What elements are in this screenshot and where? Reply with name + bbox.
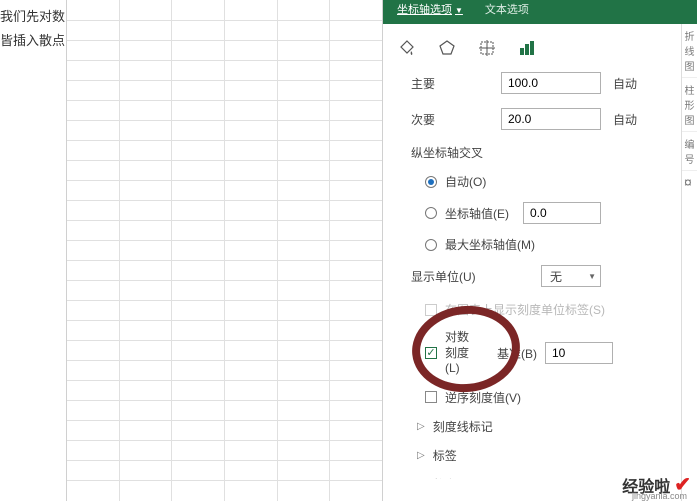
- radio-max-axis[interactable]: 最大坐标轴值(M): [411, 236, 683, 253]
- chevron-right-icon: ▷: [417, 421, 425, 432]
- radio-max-axis-label: 最大坐标轴值(M): [445, 236, 535, 253]
- format-axis-panel: 坐标轴选项▼ 文本选项 主要 自动 次要 自动 纵坐标轴交叉: [382, 0, 697, 501]
- radio-icon: [425, 176, 437, 188]
- tree-labels-label: 标签: [433, 447, 457, 464]
- axis-value-input[interactable]: [523, 202, 601, 224]
- size-icon[interactable]: [477, 38, 497, 58]
- effects-icon[interactable]: [437, 38, 457, 58]
- log-base-input[interactable]: [545, 342, 613, 364]
- display-units-value: 无: [550, 268, 562, 285]
- checkbox-icon: ✓: [425, 347, 437, 359]
- tree-numbers-label: 数字: [433, 476, 457, 479]
- tab-text-options[interactable]: 文本选项: [485, 1, 529, 17]
- stripe-item[interactable]: 编号: [682, 132, 697, 171]
- tree-labels[interactable]: ▷ 标签: [411, 447, 683, 464]
- log-scale-label: 对数刻度(L): [445, 330, 479, 377]
- log-scale-check[interactable]: ✓ 对数刻度(L) 基准(B): [411, 330, 683, 377]
- major-label: 主要: [411, 75, 501, 92]
- chevron-right-icon: ▷: [417, 450, 425, 461]
- minor-label: 次要: [411, 111, 501, 128]
- chevron-down-icon: ▼: [455, 6, 463, 15]
- log-base-label: 基准(B): [497, 345, 537, 362]
- minor-input[interactable]: [501, 108, 601, 130]
- radio-auto-label: 自动(O): [445, 173, 486, 190]
- radio-auto[interactable]: 自动(O): [411, 173, 683, 190]
- chevron-down-icon: ▼: [588, 272, 596, 281]
- page-text-1: 我们先对数: [0, 6, 65, 25]
- page-text-2: 皆插入散点: [0, 30, 65, 49]
- spreadsheet-grid[interactable]: [66, 0, 382, 501]
- display-units-label: 显示单位(U): [411, 268, 541, 285]
- stripe-item[interactable]: 柱形图: [682, 78, 697, 132]
- major-auto: 自动: [613, 75, 637, 92]
- show-unit-labels-check: 在图表上显示刻度单位标签(S): [411, 301, 683, 318]
- chart-icon[interactable]: [517, 38, 537, 58]
- radio-icon: [425, 207, 437, 219]
- tree-tick-marks[interactable]: ▷ 刻度线标记: [411, 418, 683, 435]
- radio-icon: [425, 239, 437, 251]
- radio-axis-value-label: 坐标轴值(E): [445, 205, 509, 222]
- display-units-select[interactable]: 无 ▼: [541, 265, 601, 287]
- reverse-label: 逆序刻度值(V): [445, 389, 521, 406]
- major-input[interactable]: [501, 72, 601, 94]
- radio-axis-value[interactable]: 坐标轴值(E): [411, 202, 683, 224]
- checkbox-icon: [425, 391, 437, 403]
- tab-axis-options[interactable]: 坐标轴选项▼: [397, 1, 463, 17]
- reverse-check[interactable]: 逆序刻度值(V): [411, 389, 683, 406]
- watermark-sub: jingyanla.com: [632, 491, 687, 501]
- vert-cross-title: 纵坐标轴交叉: [411, 144, 683, 161]
- fill-icon[interactable]: [397, 38, 417, 58]
- minor-auto: 自动: [613, 111, 637, 128]
- category-icons: [383, 24, 697, 68]
- stripe-item[interactable]: 折线图: [682, 24, 697, 78]
- checkbox-icon: [425, 304, 437, 316]
- right-stripe: 折线图 柱形图 编号 ¤: [681, 24, 697, 501]
- show-unit-labels-label: 在图表上显示刻度单位标签(S): [445, 301, 605, 318]
- tree-tick-marks-label: 刻度线标记: [433, 418, 493, 435]
